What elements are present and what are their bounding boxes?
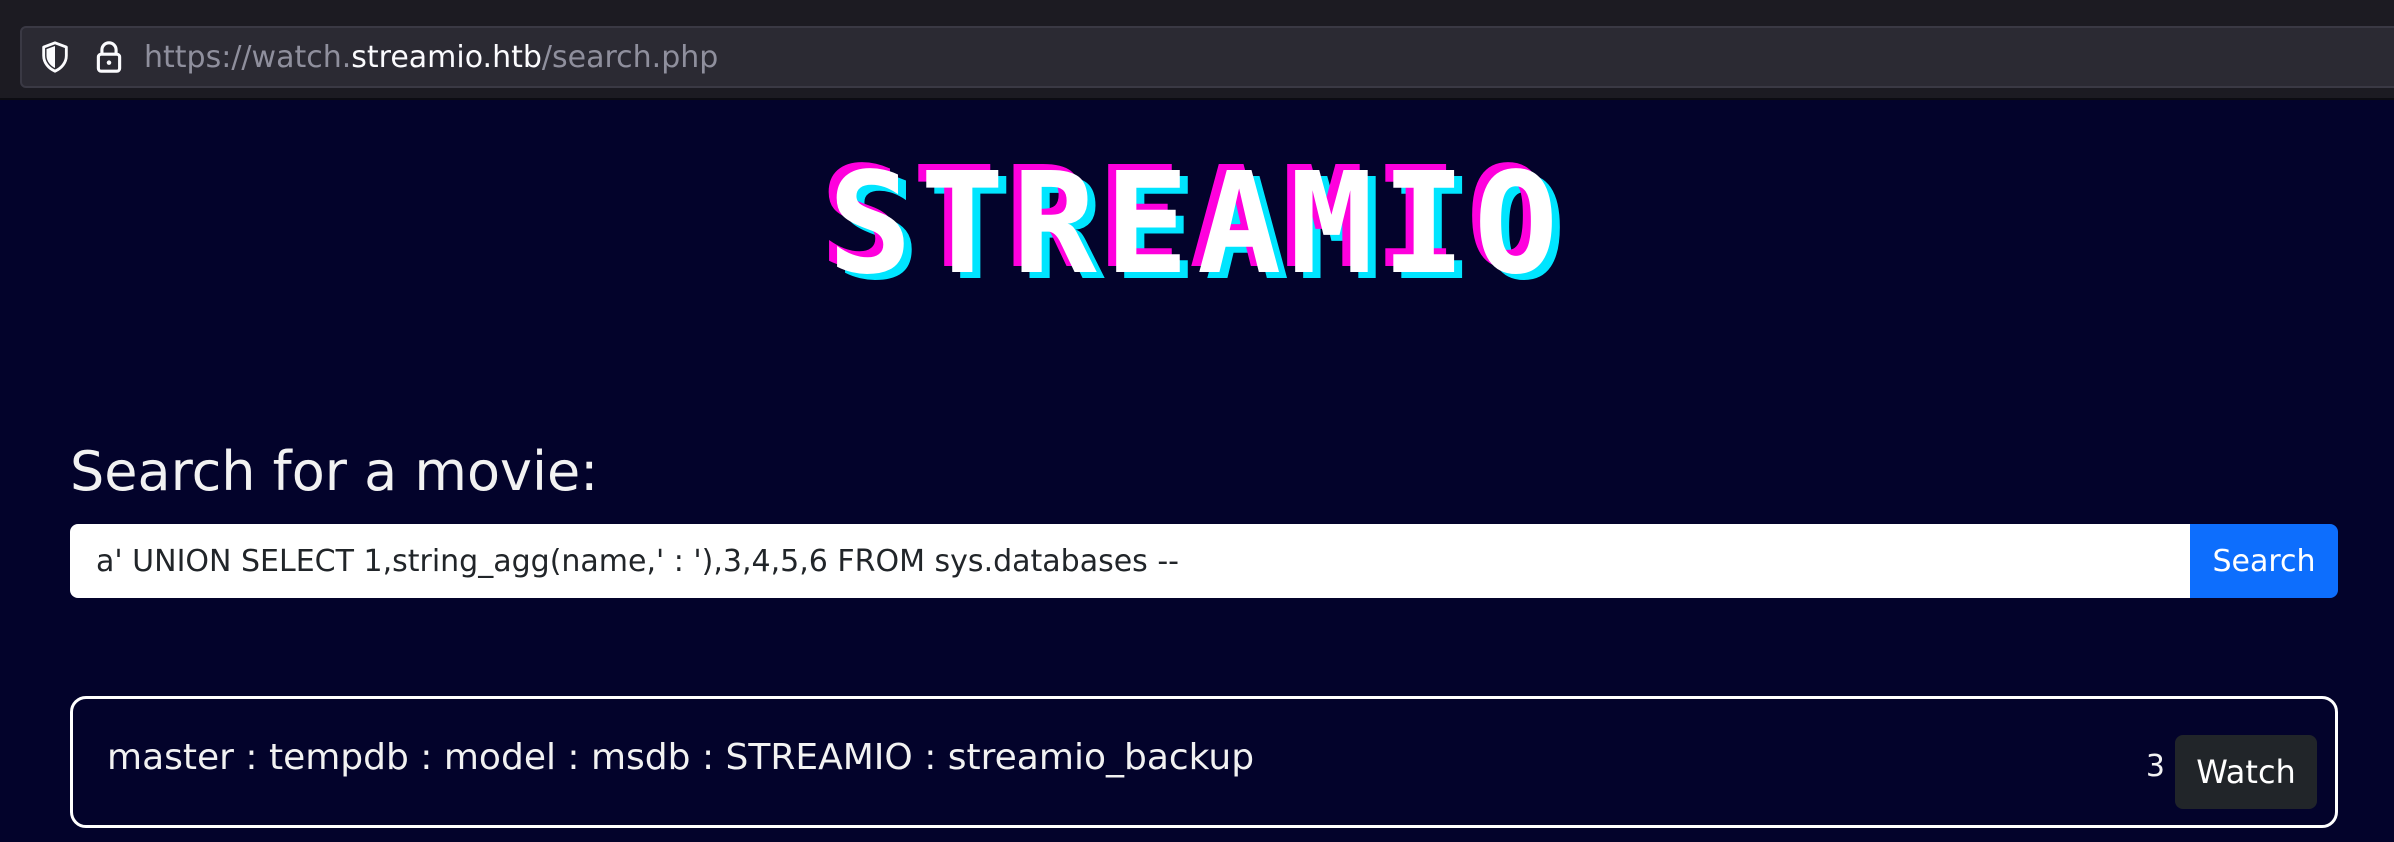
url-prefix: https://watch. <box>144 39 352 75</box>
search-button[interactable]: Search <box>2190 524 2338 598</box>
search-heading: Search for a movie: <box>70 440 599 503</box>
site-logo: STREAMIO <box>827 143 1567 306</box>
shield-icon[interactable] <box>38 40 72 74</box>
result-title: master : tempdb : model : msdb : STREAMI… <box>107 737 1255 778</box>
search-form: Search <box>70 524 2338 598</box>
lock-icon[interactable] <box>94 40 124 74</box>
url-path: /search.php <box>541 39 719 75</box>
url-text[interactable]: https://watch.streamio.htb/search.php <box>144 40 718 75</box>
address-bar[interactable]: https://watch.streamio.htb/search.php <box>20 26 2394 88</box>
result-year: 3 <box>2145 749 2165 784</box>
search-input[interactable] <box>70 524 2190 598</box>
result-card: master : tempdb : model : msdb : STREAMI… <box>70 696 2338 828</box>
url-domain: streamio.htb <box>351 39 542 75</box>
browser-toolbar: https://watch.streamio.htb/search.php <box>0 18 2394 100</box>
watch-button[interactable]: Watch <box>2175 735 2317 809</box>
browser-tab-strip <box>0 0 2394 18</box>
